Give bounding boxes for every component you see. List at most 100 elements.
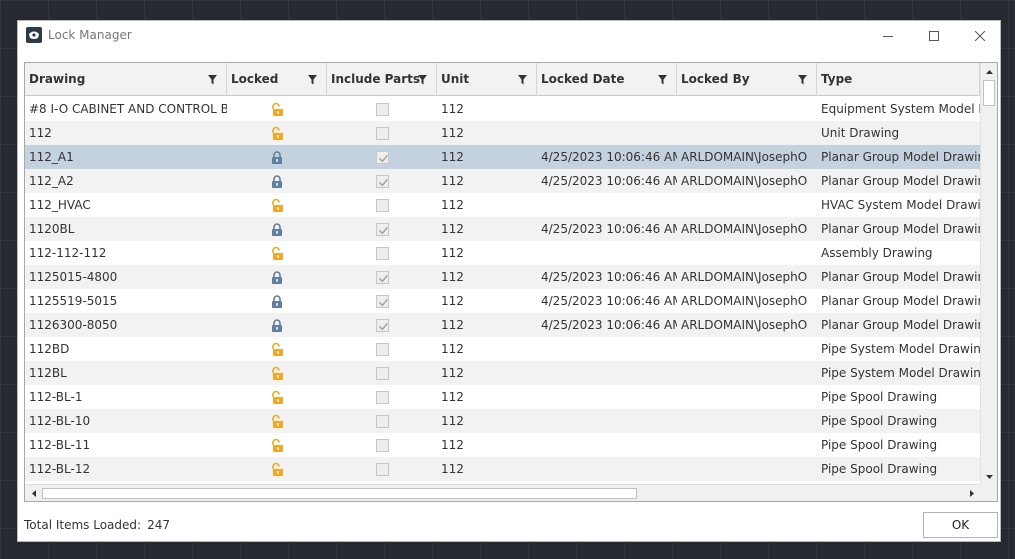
- column-header-locked-date[interactable]: Locked Date: [537, 63, 677, 96]
- table-row[interactable]: 112-112-112 112 Assembly Drawing: [25, 241, 980, 265]
- unlocked-icon: [227, 361, 327, 385]
- include-parts-cell: [327, 361, 437, 385]
- unlocked-icon: [227, 409, 327, 433]
- table-row[interactable]: 112_A1 112 4/25/2023 10:06:46 AM ARLDOMAIN\…: [25, 145, 980, 169]
- table-row[interactable]: 1120BL 112 4/25/2023 10:06:46 AM ARLDOMAIN\…: [25, 217, 980, 241]
- cell-type: Pipe Spool Drawing: [821, 414, 938, 428]
- cell-locked-by: [677, 361, 817, 385]
- ok-button[interactable]: OK: [923, 512, 998, 538]
- cell-type: Planar Group Model Drawing: [821, 222, 980, 236]
- column-header-label: Locked Date: [541, 72, 625, 86]
- table-row[interactable]: 112_HVAC 112 HVAC System Model Drawing: [25, 193, 980, 217]
- vertical-scrollbar[interactable]: [980, 63, 997, 485]
- cell-locked-date: [537, 457, 677, 481]
- cell-locked-date: 4/25/2023 10:06:46 AM: [541, 294, 677, 308]
- include-parts-checkbox[interactable]: [375, 198, 389, 212]
- minimize-button[interactable]: [865, 21, 911, 50]
- include-parts-checkbox[interactable]: [375, 390, 389, 404]
- column-header-locked-by[interactable]: Locked By: [677, 63, 817, 96]
- maximize-button[interactable]: [911, 21, 957, 50]
- cell-locked-by: [677, 409, 817, 433]
- scroll-left-button[interactable]: [25, 485, 42, 501]
- unlocked-icon: [227, 121, 327, 145]
- table-row[interactable]: 112BD 112 Pipe System Model Drawing: [25, 337, 980, 361]
- include-parts-checkbox[interactable]: [375, 222, 389, 236]
- table-row[interactable]: 1125015-4800 112 4/25/2023 10:06:46 AM ARLD…: [25, 265, 980, 289]
- grid-body: #8 I-O CABINET AND CONTROL BOX 112 Equipme…: [25, 97, 980, 481]
- cell-drawing: #8 I-O CABINET AND CONTROL BOX: [29, 102, 227, 116]
- cell-locked-date: 4/25/2023 10:06:46 AM: [541, 174, 677, 188]
- table-row[interactable]: 112-BL-11 112 Pipe Spool Drawing: [25, 433, 980, 457]
- title-bar[interactable]: Lock Manager: [18, 21, 1000, 50]
- scroll-up-button[interactable]: [981, 63, 997, 80]
- column-header-locked[interactable]: Locked: [227, 63, 327, 96]
- cell-unit: 112: [441, 270, 464, 284]
- cell-drawing: 112_HVAC: [29, 198, 91, 212]
- locked-icon: [227, 145, 327, 169]
- cell-type: Pipe Spool Drawing: [821, 390, 938, 404]
- scroll-right-button[interactable]: [963, 485, 980, 501]
- include-parts-checkbox[interactable]: [375, 366, 389, 380]
- cell-type: Unit Drawing: [821, 126, 900, 140]
- include-parts-checkbox[interactable]: [375, 462, 389, 476]
- cell-locked-date: [537, 409, 677, 433]
- include-parts-checkbox[interactable]: [375, 150, 389, 164]
- cell-locked-by: ARLDOMAIN\JosephO: [681, 294, 808, 308]
- cell-locked-by: [677, 121, 817, 145]
- cell-unit: 112: [441, 198, 464, 212]
- column-header-unit[interactable]: Unit: [437, 63, 537, 96]
- cell-type: Planar Group Model Drawing: [821, 150, 980, 164]
- column-header-type[interactable]: Type: [817, 63, 980, 96]
- cell-type: Assembly Drawing: [821, 246, 933, 260]
- include-parts-checkbox[interactable]: [375, 438, 389, 452]
- app-logo-icon: [26, 27, 42, 43]
- locked-icon: [227, 169, 327, 193]
- cell-locked-date: [537, 193, 677, 217]
- include-parts-cell: [327, 145, 437, 169]
- include-parts-checkbox[interactable]: [375, 102, 389, 116]
- include-parts-checkbox[interactable]: [375, 414, 389, 428]
- cell-unit: 112: [441, 174, 464, 188]
- column-header-include-parts[interactable]: Include Parts: [327, 63, 437, 96]
- table-row[interactable]: 112-BL-1 112 Pipe Spool Drawing: [25, 385, 980, 409]
- table-row[interactable]: 112 112 Unit Drawing: [25, 121, 980, 145]
- cell-unit: 112: [441, 462, 464, 476]
- table-row[interactable]: 1125519-5015 112 4/25/2023 10:06:46 AM ARLD…: [25, 289, 980, 313]
- table-row[interactable]: #8 I-O CABINET AND CONTROL BOX 112 Equipme…: [25, 97, 980, 121]
- table-row[interactable]: 112_A2 112 4/25/2023 10:06:46 AM ARLDOMAIN\…: [25, 169, 980, 193]
- locked-icon: [227, 265, 327, 289]
- include-parts-checkbox[interactable]: [375, 318, 389, 332]
- column-header-drawing[interactable]: Drawing: [25, 63, 227, 96]
- table-row[interactable]: 112BL 112 Pipe System Model Drawing: [25, 361, 980, 385]
- include-parts-checkbox[interactable]: [375, 246, 389, 260]
- include-parts-checkbox[interactable]: [375, 270, 389, 284]
- close-button[interactable]: [957, 21, 1003, 50]
- status-bar: Total Items Loaded: 247: [24, 518, 176, 532]
- vertical-scroll-thumb[interactable]: [983, 80, 995, 106]
- horizontal-scrollbar[interactable]: [25, 484, 980, 501]
- locked-icon: [227, 217, 327, 241]
- locked-icon: [227, 289, 327, 313]
- cell-locked-by: ARLDOMAIN\JosephO: [681, 222, 808, 236]
- include-parts-checkbox[interactable]: [375, 126, 389, 140]
- cell-locked-by: ARLDOMAIN\JosephO: [681, 270, 808, 284]
- table-row[interactable]: 112-BL-10 112 Pipe Spool Drawing: [25, 409, 980, 433]
- column-header-label: Drawing: [29, 72, 86, 86]
- include-parts-checkbox[interactable]: [375, 174, 389, 188]
- unlocked-icon: [227, 193, 327, 217]
- include-parts-checkbox[interactable]: [375, 342, 389, 356]
- include-parts-cell: [327, 457, 437, 481]
- cell-unit: 112: [441, 102, 464, 116]
- table-row[interactable]: 1126300-8050 112 4/25/2023 10:06:46 AM ARLD…: [25, 313, 980, 337]
- include-parts-cell: [327, 433, 437, 457]
- include-parts-checkbox[interactable]: [375, 294, 389, 308]
- cell-locked-date: [537, 97, 677, 121]
- caret-left-icon: [31, 489, 36, 497]
- cell-drawing: 112_A1: [29, 150, 74, 164]
- cell-unit: 112: [441, 294, 464, 308]
- scroll-down-button[interactable]: [981, 468, 997, 485]
- cell-unit: 112: [441, 342, 464, 356]
- table-row[interactable]: 112-BL-12 112 Pipe Spool Drawing: [25, 457, 980, 481]
- horizontal-scroll-thumb[interactable]: [42, 488, 637, 499]
- include-parts-cell: [327, 97, 437, 121]
